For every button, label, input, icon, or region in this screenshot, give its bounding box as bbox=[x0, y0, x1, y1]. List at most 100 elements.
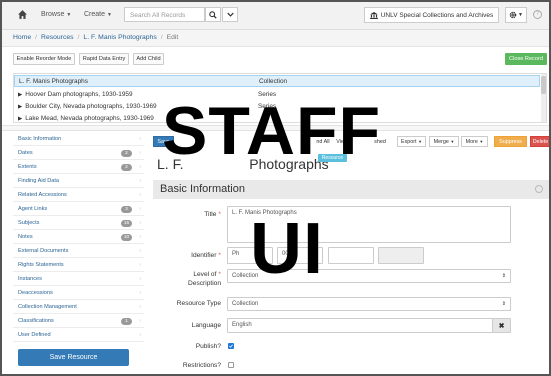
tree-row-level: Collection bbox=[259, 77, 288, 85]
level-of-description-label: Level of * Description bbox=[188, 271, 221, 287]
enable-reorder-button[interactable]: Enable Reorder Mode bbox=[13, 53, 75, 65]
breadcrumb-separator: / bbox=[35, 34, 38, 41]
chevron-right-icon: › bbox=[139, 303, 141, 310]
sidebar-item-label: Collection Management bbox=[18, 303, 77, 310]
top-navbar: Browse ▼ Create ▼ Search All Records UNLV … bbox=[0, 0, 551, 30]
gear-icon bbox=[509, 11, 517, 19]
expand-chevron-icon[interactable]: ▶ bbox=[18, 104, 22, 110]
caret-down-icon: ▼ bbox=[518, 12, 523, 18]
sidebar-item-label: Related Accessions bbox=[18, 191, 67, 198]
identifier-field-4[interactable] bbox=[378, 247, 424, 264]
section-title: Basic Information bbox=[160, 183, 245, 195]
sidebar-item-label: Agent Links bbox=[18, 205, 48, 212]
tree-row[interactable]: L. F. Manis Photographs Collection bbox=[14, 75, 540, 87]
suppress-button[interactable]: Suppress bbox=[494, 136, 527, 147]
sidebar-item-external-documents[interactable]: External Documents › bbox=[13, 245, 144, 258]
sidebar-item-extents[interactable]: Extents 2 › bbox=[13, 161, 144, 174]
count-badge: 1 bbox=[121, 317, 132, 325]
repository-button[interactable]: UNLV Special Collections and Archives bbox=[364, 7, 499, 23]
count-badge: 2 bbox=[121, 149, 132, 157]
sidebar-item-dates[interactable]: Dates 2 › bbox=[13, 147, 144, 160]
chevron-right-icon: › bbox=[139, 289, 141, 296]
close-record-button[interactable]: Close Record bbox=[505, 53, 547, 65]
language-label: Language bbox=[191, 322, 221, 329]
save-resource-button[interactable]: Save Resource bbox=[18, 349, 129, 366]
sidebar-item-collection-management[interactable]: Collection Management › bbox=[13, 301, 144, 314]
sidebar-item-user-defined[interactable]: User Defined › bbox=[13, 329, 144, 342]
caret-down-icon: ▼ bbox=[479, 139, 484, 144]
overlay-title-line2: UI bbox=[250, 209, 324, 289]
help-icon[interactable]: ? bbox=[533, 10, 542, 19]
sidebar-item-label: Dates bbox=[18, 149, 33, 156]
chevron-right-icon: › bbox=[139, 233, 141, 240]
sidebar-item-notes[interactable]: Notes 10 › bbox=[13, 231, 144, 244]
export-menu[interactable]: Export ▼ bbox=[397, 136, 426, 147]
clear-icon[interactable]: ✖ bbox=[492, 319, 510, 332]
identifier-label: Identifier * bbox=[191, 252, 221, 259]
sidebar-item-agent-links[interactable]: Agent Links 3 › bbox=[13, 203, 144, 216]
caret-down-icon: ▼ bbox=[107, 12, 112, 18]
identifier-field-3[interactable] bbox=[328, 247, 374, 264]
sidebar-item-instances[interactable]: Instances › bbox=[13, 273, 144, 286]
breadcrumb-record[interactable]: L. F. Manis Photographs bbox=[83, 34, 156, 41]
sidebar-item-basic-information[interactable]: Basic Information › bbox=[13, 133, 144, 146]
caret-down-icon: ▼ bbox=[450, 139, 455, 144]
add-child-button[interactable]: Add Child bbox=[133, 53, 164, 65]
language-field[interactable]: English ✖ bbox=[227, 318, 511, 333]
search-button[interactable] bbox=[205, 7, 221, 22]
sidebar-item-label: Subjects bbox=[18, 219, 40, 226]
sidebar-item-classifications[interactable]: Classifications 1 › bbox=[13, 315, 144, 328]
expand-chevron-icon[interactable]: ▶ bbox=[18, 92, 22, 98]
sidebar-item-deaccessions[interactable]: Deaccessions › bbox=[13, 287, 144, 300]
breadcrumb-home[interactable]: Home bbox=[13, 34, 31, 41]
required-marker: * bbox=[218, 252, 221, 259]
delete-button[interactable]: Delete bbox=[530, 136, 551, 147]
sidebar-item-rights-statements[interactable]: Rights Statements › bbox=[13, 259, 144, 272]
count-badge: 10 bbox=[121, 233, 132, 241]
count-badge: 2 bbox=[121, 163, 132, 171]
resource-type-label: Resource Type bbox=[176, 300, 221, 307]
chevron-right-icon: › bbox=[139, 275, 141, 282]
publish-label: Publish? bbox=[195, 343, 221, 350]
section-header: Basic Information bbox=[153, 180, 551, 199]
chevron-right-icon: › bbox=[139, 261, 141, 268]
merge-menu[interactable]: Merge ▼ bbox=[429, 136, 459, 147]
breadcrumb-separator: / bbox=[77, 34, 80, 41]
chevron-right-icon: › bbox=[139, 191, 141, 198]
chevron-right-icon: › bbox=[139, 163, 141, 170]
rapid-data-entry-button[interactable]: Rapid Data Entry bbox=[79, 53, 129, 65]
search-input[interactable]: Search All Records bbox=[124, 7, 205, 22]
browse-label: Browse bbox=[41, 11, 65, 18]
breadcrumb-resources[interactable]: Resources bbox=[41, 34, 74, 41]
restrictions-checkbox[interactable] bbox=[228, 362, 234, 368]
sidebar-item-label: Deaccessions bbox=[18, 289, 53, 296]
count-badge: 3 bbox=[121, 205, 132, 213]
restrictions-label: Restrictions? bbox=[182, 362, 221, 369]
resource-type-select[interactable]: Collection ⇕ bbox=[227, 297, 511, 311]
chevron-right-icon: › bbox=[139, 135, 141, 142]
repository-label: UNLV Special Collections and Archives bbox=[380, 11, 494, 19]
sidebar-item-label: Notes bbox=[18, 233, 33, 240]
scrollbar-thumb[interactable] bbox=[541, 76, 546, 94]
tree-scrollbar[interactable] bbox=[541, 74, 546, 122]
sidebar-item-label: User Defined bbox=[18, 331, 51, 338]
breadcrumb-current: Edit bbox=[166, 34, 179, 41]
sidebar-item-finding-aid-data[interactable]: Finding Aid Data › bbox=[13, 175, 144, 188]
create-menu[interactable]: Create ▼ bbox=[84, 11, 112, 18]
more-menu[interactable]: More ▼ bbox=[461, 136, 488, 147]
search-options-button[interactable] bbox=[222, 7, 238, 22]
chevron-right-icon: › bbox=[139, 177, 141, 184]
publish-checkbox[interactable] bbox=[228, 343, 234, 349]
help-icon[interactable] bbox=[535, 185, 543, 193]
required-marker: * bbox=[218, 271, 221, 278]
sidebar-item-related-accessions[interactable]: Related Accessions › bbox=[13, 189, 144, 202]
title-label: Title * bbox=[204, 211, 221, 218]
browse-menu[interactable]: Browse ▼ bbox=[41, 11, 71, 18]
home-icon[interactable] bbox=[17, 9, 28, 20]
expand-chevron-icon[interactable]: ▶ bbox=[18, 116, 22, 122]
required-marker: * bbox=[218, 211, 221, 218]
tree-row-title: Boulder City, Nevada photographs, 1930-1… bbox=[25, 102, 157, 110]
sidebar-item-subjects[interactable]: Subjects 15 › bbox=[13, 217, 144, 230]
sidebar-item-label: Extents bbox=[18, 163, 37, 170]
settings-button[interactable]: ▼ bbox=[505, 7, 527, 23]
